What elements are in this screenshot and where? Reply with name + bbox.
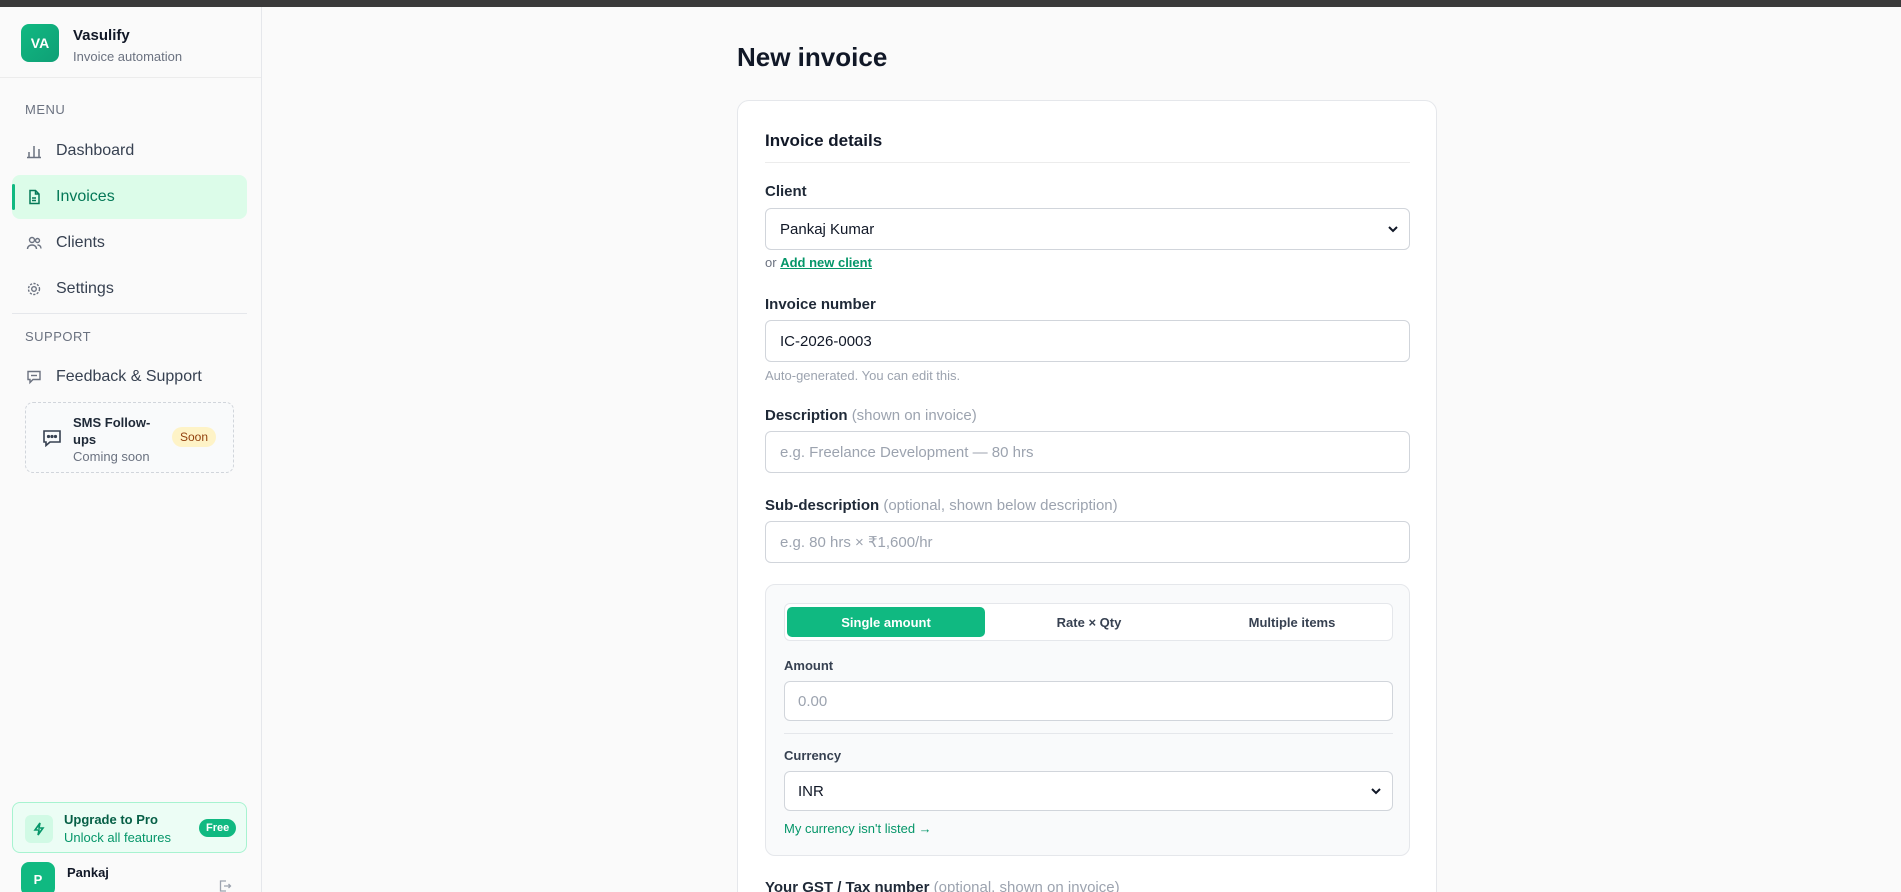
- currency-label: Currency: [784, 748, 842, 763]
- lightning-icon: [25, 815, 53, 843]
- sidebar-item-label: Settings: [56, 280, 114, 297]
- sms-card-title: SMS Follow-ups: [73, 415, 151, 447]
- amount-input[interactable]: 0.00: [784, 681, 1393, 721]
- client-select[interactable]: Pankaj Kumar: [765, 208, 1410, 250]
- description-input[interactable]: e.g. Freelance Development — 80 hrs: [765, 431, 1410, 473]
- sidebar-item-settings[interactable]: Settings: [12, 267, 247, 311]
- invoice-number-help: Auto-generated. You can edit this.: [765, 368, 961, 383]
- brand-tagline: Invoice automation: [73, 49, 183, 64]
- sms-followups-card: SMS Follow-ups Coming soon Soon: [25, 402, 234, 473]
- logout-icon[interactable]: [218, 879, 232, 892]
- sub-description-label-text: Sub-description: [765, 497, 880, 514]
- bar-chart-icon: [27, 146, 41, 159]
- invoice-details-card: Invoice details Client Pankaj Kumar or A…: [737, 100, 1437, 892]
- client-select-value: Pankaj Kumar: [780, 220, 875, 238]
- tab-rate-qty[interactable]: Rate × Qty: [990, 607, 1188, 637]
- upgrade-title: Upgrade to Pro: [64, 812, 158, 827]
- sidebar-divider: [12, 313, 247, 314]
- description-label-text: Description: [765, 407, 848, 424]
- sidebar: VA Vasulify Invoice automation MENU Dash…: [0, 7, 262, 892]
- upgrade-subtitle: Unlock all features: [64, 830, 171, 845]
- sub-description-placeholder: e.g. 80 hrs × ₹1,600/hr: [780, 534, 933, 551]
- currency-select[interactable]: INR: [784, 771, 1393, 811]
- avatar[interactable]: P: [21, 862, 55, 892]
- amount-label: Amount: [784, 658, 834, 673]
- section-divider: [765, 162, 1410, 163]
- sidebar-item-label: Dashboard: [56, 142, 135, 159]
- sub-description-hint: (optional, shown below description): [883, 497, 1118, 514]
- invoice-number-value: IC-2026-0003: [780, 332, 872, 350]
- support-section-label: SUPPORT: [25, 329, 92, 344]
- chat-icon: [27, 370, 41, 385]
- soon-badge: Soon: [172, 427, 217, 447]
- tab-multiple-items[interactable]: Multiple items: [1193, 607, 1391, 637]
- brand-name: Vasulify: [73, 27, 130, 44]
- sub-description-label: Sub-description (optional, shown below d…: [765, 497, 1118, 514]
- description-label: Description (shown on invoice): [765, 407, 977, 424]
- client-label: Client: [765, 183, 807, 200]
- tax-number-hint: (optional, shown on invoice): [933, 879, 1120, 892]
- description-hint: (shown on invoice): [851, 407, 977, 424]
- plan-badge: Free: [199, 819, 237, 837]
- sidebar-item-label: Clients: [56, 234, 105, 251]
- brand-logo: VA: [21, 24, 59, 62]
- tax-number-label-text: Your GST / Tax number: [765, 879, 930, 892]
- currency-select-value: INR: [798, 782, 824, 800]
- amount-section: Single amount Rate × Qty Multiple items …: [765, 584, 1410, 856]
- client-help: or Add new client: [765, 255, 872, 270]
- tab-single-amount[interactable]: Single amount: [787, 607, 985, 637]
- invoice-number-input[interactable]: IC-2026-0003: [765, 320, 1410, 362]
- gear-icon: [27, 282, 41, 296]
- chevron-down-icon: [1388, 226, 1398, 233]
- menu-section-label: MENU: [25, 102, 66, 117]
- message-dots-icon: [43, 430, 61, 447]
- amount-placeholder: 0.00: [798, 692, 828, 710]
- section-title: Invoice details: [765, 131, 883, 150]
- page-title: New invoice: [737, 42, 888, 72]
- sidebar-item-label: Feedback & Support: [56, 368, 202, 385]
- sidebar-item-feedback-support[interactable]: Feedback & Support: [12, 355, 247, 399]
- amount-mode-tabs: Single amount Rate × Qty Multiple items: [784, 603, 1393, 641]
- sidebar-item-invoices[interactable]: Invoices: [12, 175, 247, 219]
- sms-card-subtitle: Coming soon: [73, 449, 150, 464]
- amount-divider: [784, 733, 1393, 734]
- client-help-prefix: or: [765, 255, 777, 270]
- currency-not-listed-link[interactable]: My currency isn't listed →: [784, 821, 932, 836]
- sidebar-item-dashboard[interactable]: Dashboard: [12, 129, 247, 173]
- add-new-client-link[interactable]: Add new client: [780, 255, 872, 270]
- upgrade-to-pro-button[interactable]: Upgrade to Pro Unlock all features Free: [12, 802, 247, 853]
- invoice-number-label: Invoice number: [765, 296, 876, 313]
- tax-number-label: Your GST / Tax number (optional, shown o…: [765, 879, 1120, 892]
- description-placeholder: e.g. Freelance Development — 80 hrs: [780, 443, 1034, 461]
- sidebar-item-clients[interactable]: Clients: [12, 221, 247, 265]
- brand-header: VA Vasulify Invoice automation: [0, 7, 261, 78]
- chevron-down-icon: [1371, 788, 1381, 795]
- browser-top-bar: [0, 0, 1901, 7]
- users-icon: [26, 236, 42, 250]
- sidebar-item-label: Invoices: [56, 188, 115, 205]
- user-name: Pankaj: [67, 865, 109, 880]
- document-icon: [29, 189, 40, 205]
- sub-description-input[interactable]: e.g. 80 hrs × ₹1,600/hr: [765, 521, 1410, 563]
